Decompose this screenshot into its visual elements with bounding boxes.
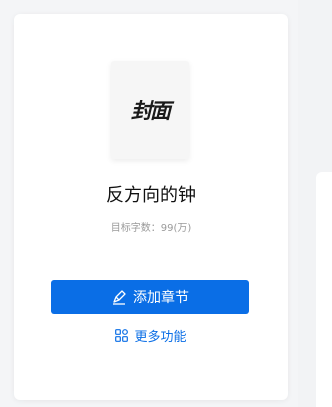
book-title: 反方向的钟 [106,185,196,206]
more-functions-label: 更多功能 [134,330,187,345]
word-target: 目标字数：99(万) [110,223,192,234]
more-functions-link[interactable]: 更多功能 [14,326,288,345]
cover-text: 封面 [131,98,171,123]
book-card: 封面 反方向的钟 目标字数：99(万) 添加章节 更多功能 [14,14,288,400]
book-cover[interactable]: 封面 [111,61,189,159]
page: 封面 反方向的钟 目标字数：99(万) 添加章节 更多功能 [0,0,332,407]
pen-icon [113,290,126,305]
add-chapter-label: 添加章节 [133,290,189,306]
add-chapter-button[interactable]: 添加章节 [51,280,249,314]
grid-icon [115,329,129,342]
adjacent-panel [316,172,332,407]
